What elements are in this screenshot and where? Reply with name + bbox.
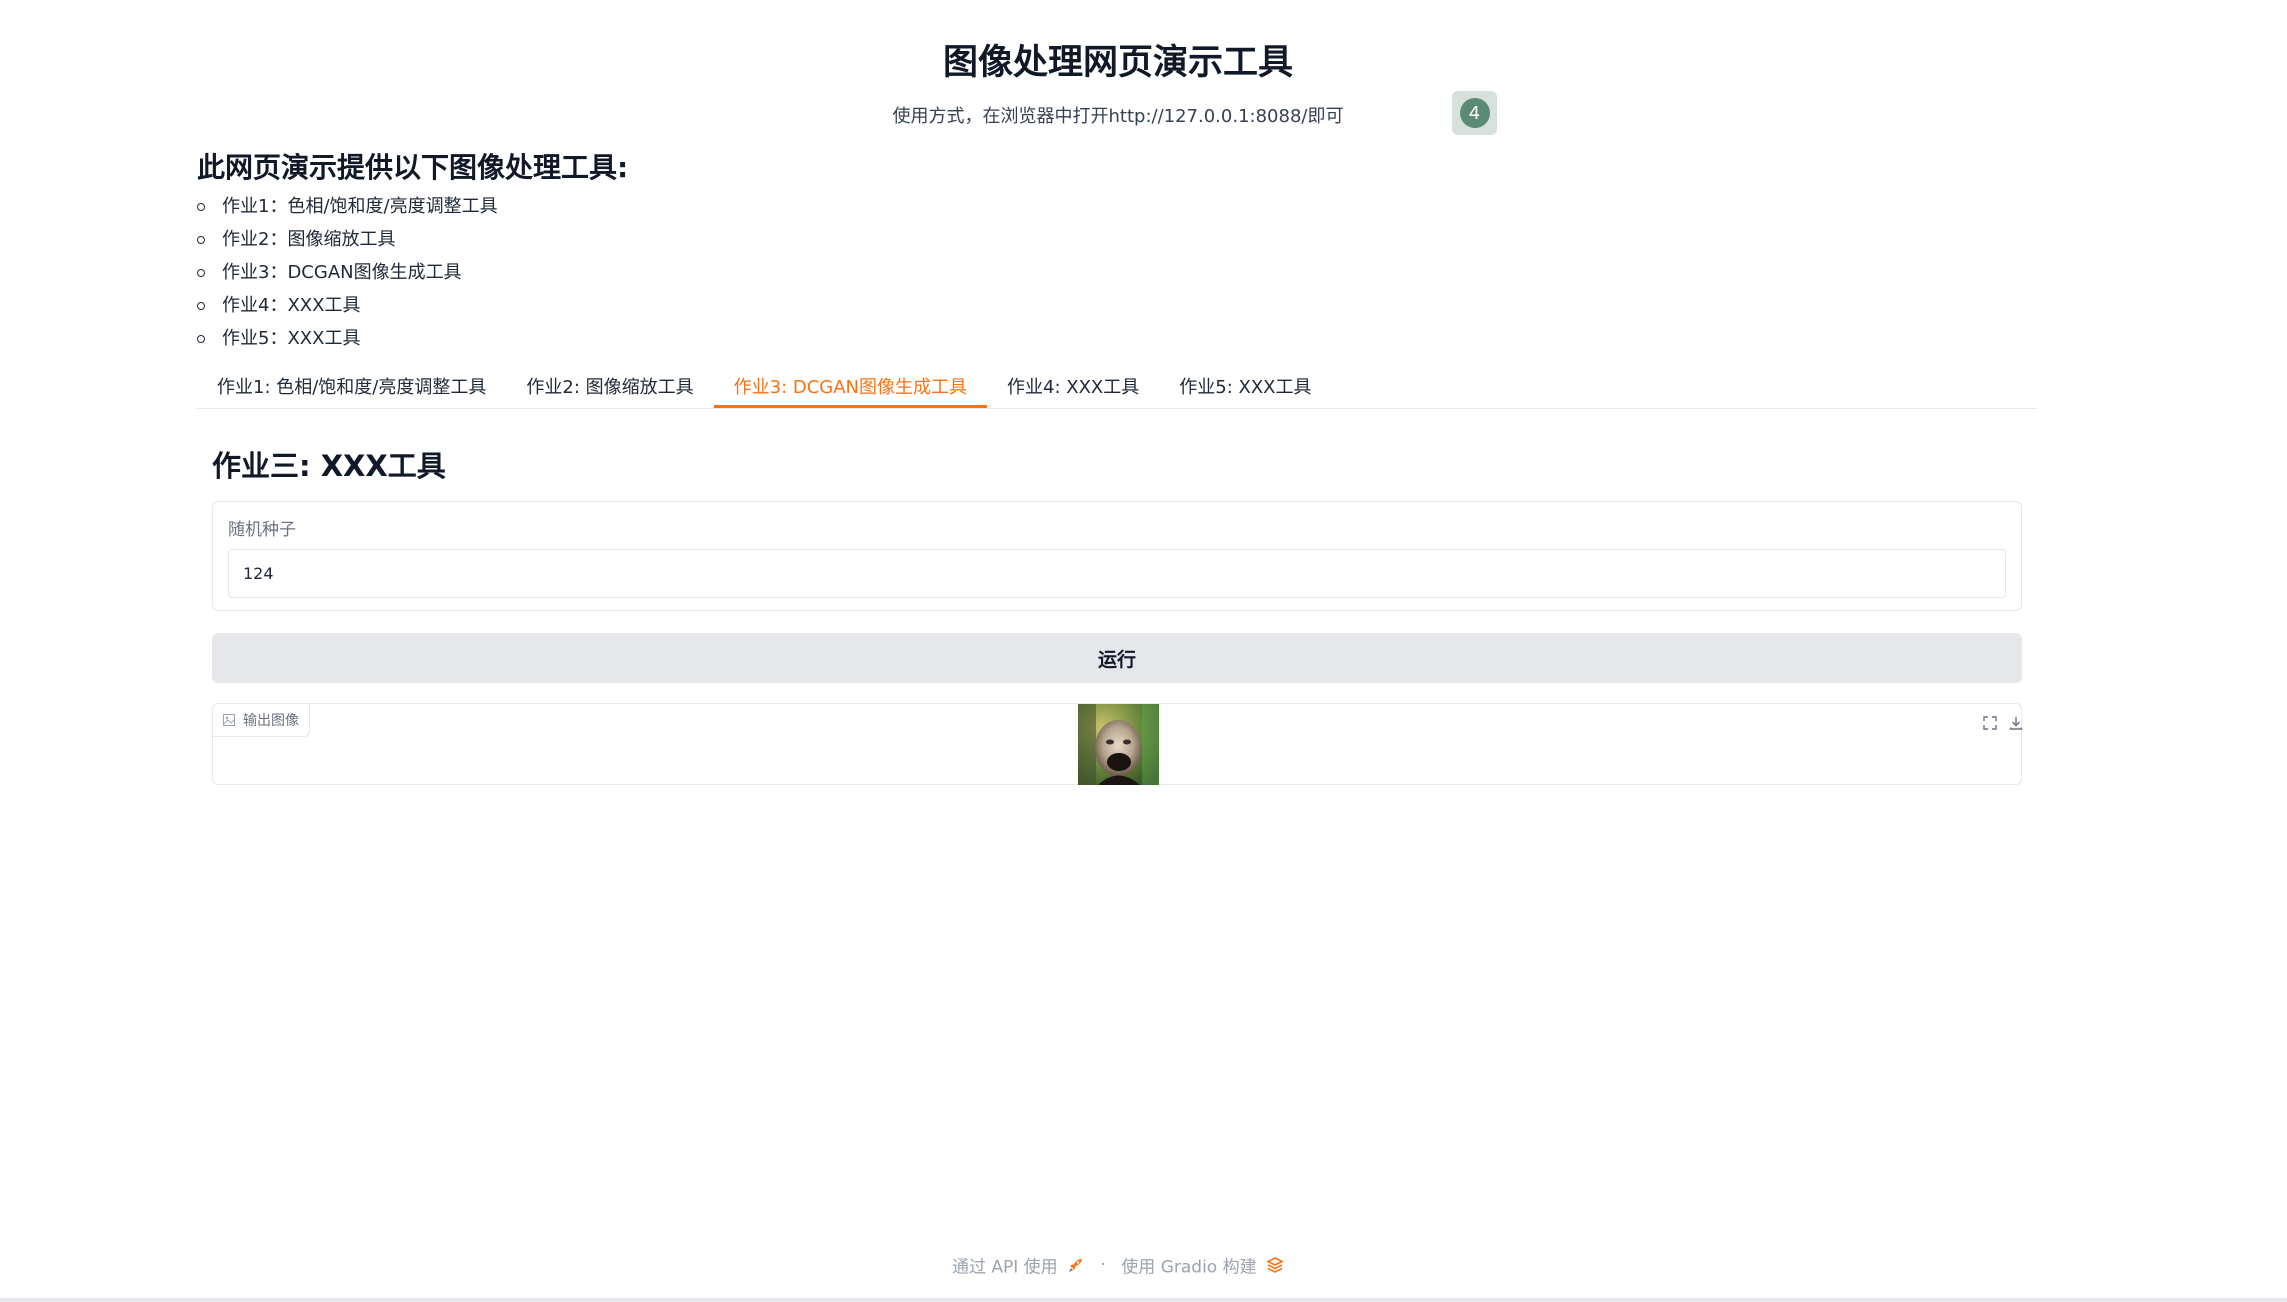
output-image-panel: 输出图像 [212, 703, 2023, 785]
app-title: 图像处理网页演示工具 [942, 43, 1293, 83]
generated-image [1078, 704, 1159, 785]
tab-homework-5[interactable]: 作业5: XXX工具 [1159, 368, 1331, 408]
fullscreen-icon [1983, 716, 1997, 730]
tool-list: 作业1：色相/饱和度/亮度调整工具 作业2：图像缩放工具 作业3：DCGAN图像… [197, 190, 498, 355]
status-badge[interactable]: 4 [1452, 91, 1497, 135]
rocket-icon [1069, 1258, 1083, 1272]
bullet-icon [197, 335, 205, 343]
api-link[interactable]: 通过 API 使用 [951, 1255, 1091, 1277]
footer: 通过 API 使用 · 使用 Gradio 构建 [0, 1252, 2236, 1277]
list-item: 作业2：图像缩放工具 [197, 223, 498, 256]
bottom-divider [0, 1298, 2287, 1302]
seed-field-block: 随机种子 [212, 501, 2022, 611]
section-title: 作业三: XXX工具 [212, 449, 446, 483]
tab-homework-2[interactable]: 作业2: 图像缩放工具 [506, 368, 713, 408]
intro-heading: 此网页演示提供以下图像处理工具: [197, 151, 629, 184]
usage-instructions: 使用方式，在浏览器中打开http://127.0.0.1:8088/即可 [892, 106, 1344, 127]
gradio-link-text: 使用 Gradio 构建 [1121, 1257, 1257, 1277]
list-item: 作业4：XXX工具 [197, 289, 498, 322]
seed-label: 随机种子 [228, 520, 296, 540]
bullet-icon [197, 269, 205, 277]
list-item: 作业3：DCGAN图像生成工具 [197, 256, 498, 289]
output-label: 输出图像 [213, 704, 310, 737]
fullscreen-button[interactable] [1979, 712, 2001, 734]
list-item-text: 作业3：DCGAN图像生成工具 [222, 262, 462, 283]
list-item-text: 作业5：XXX工具 [222, 328, 361, 349]
api-link-text: 通过 API 使用 [951, 1257, 1058, 1277]
list-item-text: 作业4：XXX工具 [222, 295, 361, 316]
gradio-link[interactable]: 使用 Gradio 构建 [1121, 1255, 1284, 1277]
bullet-icon [197, 236, 205, 244]
badge-count: 4 [1459, 98, 1490, 128]
generated-face-image [1078, 704, 1159, 785]
list-item-text: 作业1：色相/饱和度/亮度调整工具 [222, 196, 498, 217]
list-item: 作业5：XXX工具 [197, 322, 498, 355]
tab-homework-3[interactable]: 作业3: DCGAN图像生成工具 [713, 368, 988, 408]
seed-input[interactable] [228, 549, 2006, 598]
app-page: 图像处理网页演示工具 使用方式，在浏览器中打开http://127.0.0.1:… [0, 0, 2287, 1302]
tab-bar: 作业1: 色相/饱和度/亮度调整工具 作业2: 图像缩放工具 作业3: DCGA… [197, 368, 2037, 409]
bullet-icon [197, 203, 205, 211]
tab-homework-4[interactable]: 作业4: XXX工具 [987, 368, 1159, 408]
output-label-text: 输出图像 [243, 713, 299, 729]
footer-separator: · [1100, 1254, 1106, 1275]
tab-homework-1[interactable]: 作业1: 色相/饱和度/亮度调整工具 [197, 368, 506, 408]
download-button[interactable] [2005, 712, 2027, 734]
image-icon [223, 714, 235, 726]
download-icon [2009, 717, 2023, 730]
list-item-text: 作业2：图像缩放工具 [222, 229, 396, 250]
bullet-icon [197, 302, 205, 310]
run-button[interactable]: 运行 [212, 633, 2022, 683]
gradio-logo-icon [1266, 1256, 1284, 1273]
list-item: 作业1：色相/饱和度/亮度调整工具 [197, 190, 498, 223]
